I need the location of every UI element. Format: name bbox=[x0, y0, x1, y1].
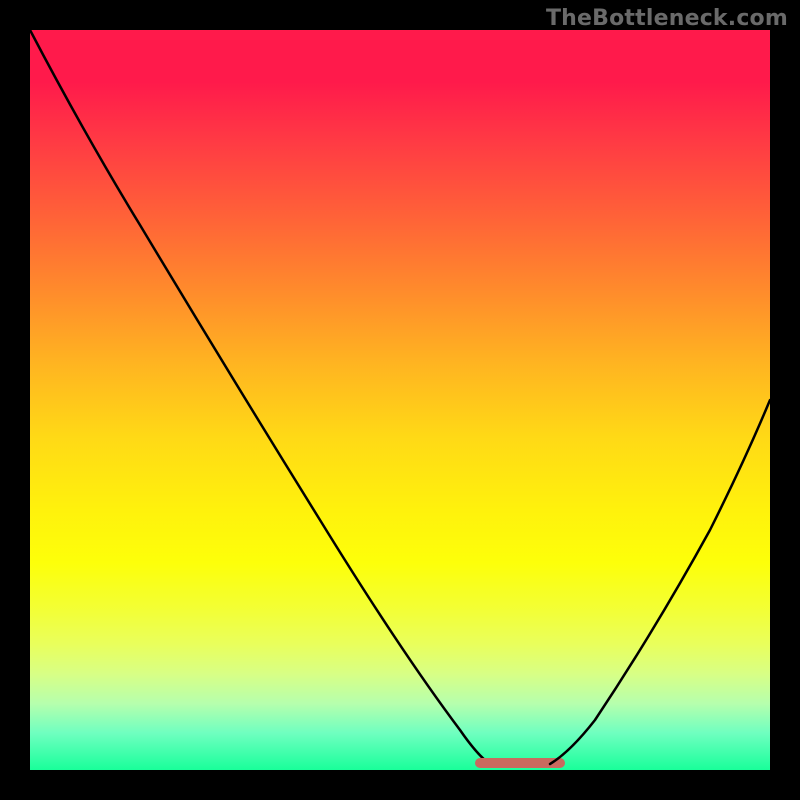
curve-left bbox=[30, 30, 490, 764]
watermark-text: TheBottleneck.com bbox=[546, 6, 788, 31]
chart-svg bbox=[30, 30, 770, 770]
curve-right bbox=[550, 400, 770, 764]
